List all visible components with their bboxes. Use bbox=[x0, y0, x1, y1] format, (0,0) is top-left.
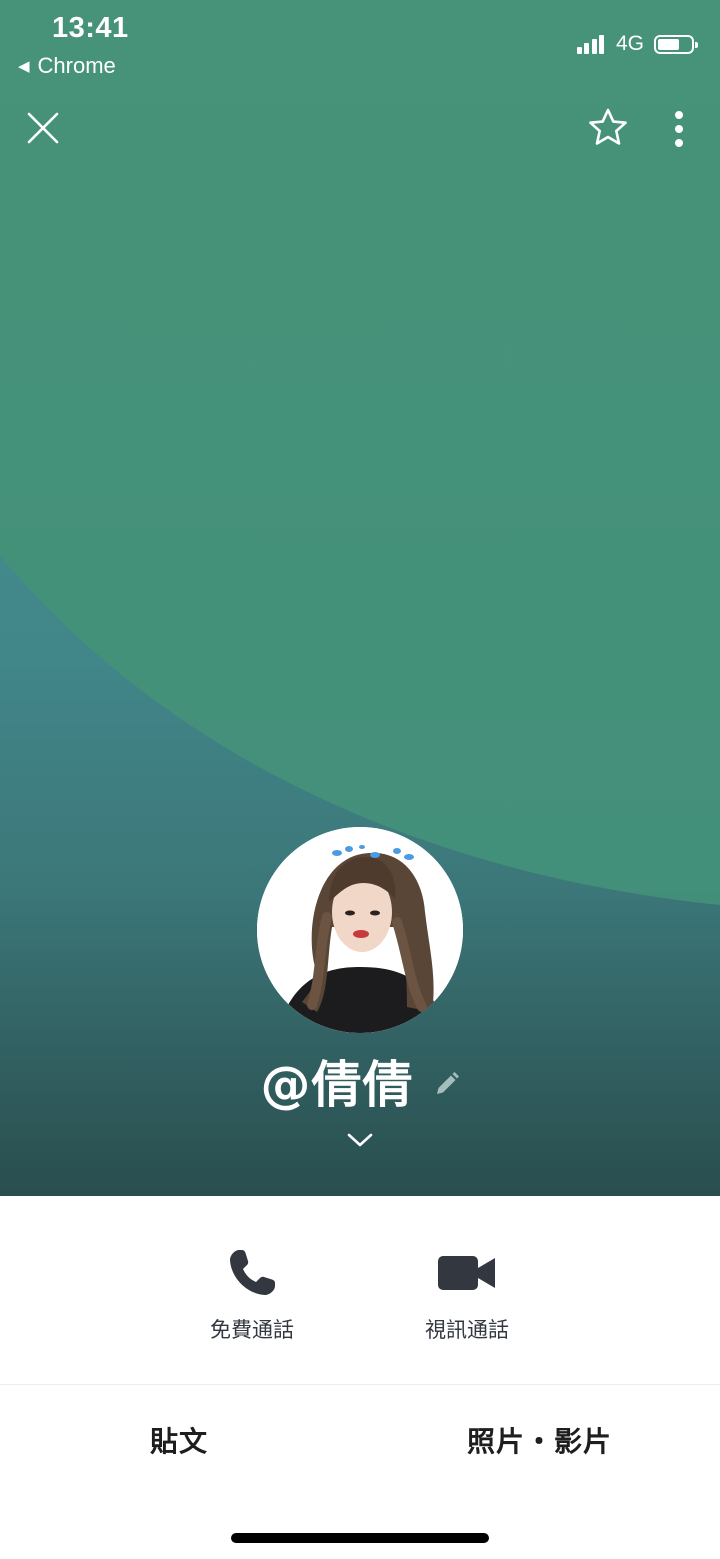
back-triangle-icon: ◀ bbox=[18, 58, 30, 75]
video-call-button[interactable]: 視訊通話 bbox=[387, 1246, 547, 1344]
tab-posts[interactable]: 貼文 bbox=[150, 1420, 208, 1460]
star-outline-icon[interactable] bbox=[587, 107, 629, 154]
voice-call-button[interactable]: 免費通話 bbox=[172, 1246, 332, 1344]
profile-display-name: @倩倩 bbox=[260, 1056, 414, 1114]
network-type: 4G bbox=[615, 32, 644, 55]
voice-call-label: 免費通話 bbox=[210, 1318, 294, 1342]
pencil-icon[interactable] bbox=[434, 1071, 460, 1102]
signal-strength-icon bbox=[576, 34, 607, 54]
phone-icon bbox=[230, 1250, 275, 1295]
video-call-label: 視訊通話 bbox=[425, 1318, 509, 1342]
call-actions: 免費通話 視訊通話 bbox=[0, 1196, 720, 1384]
section-divider bbox=[0, 1384, 720, 1385]
more-vertical-icon[interactable] bbox=[672, 110, 686, 155]
profile-avatar[interactable] bbox=[257, 827, 463, 1033]
profile-cover: 13:41 ◀ Chrome 4G @倩倩 bbox=[0, 0, 720, 1196]
status-time: 13:41 bbox=[52, 12, 129, 44]
tab-photos-videos[interactable]: 照片・影片 bbox=[467, 1420, 612, 1460]
chevron-down-icon[interactable] bbox=[346, 1130, 374, 1155]
home-indicator[interactable] bbox=[231, 1533, 489, 1543]
video-camera-icon bbox=[438, 1256, 495, 1290]
status-indicators: 4G bbox=[576, 32, 698, 56]
battery-icon bbox=[654, 34, 698, 54]
back-app-label: Chrome bbox=[37, 53, 116, 78]
close-icon[interactable] bbox=[26, 111, 60, 150]
back-to-app[interactable]: ◀ Chrome bbox=[18, 53, 116, 79]
profile-name-row: @倩倩 bbox=[0, 1045, 720, 1117]
